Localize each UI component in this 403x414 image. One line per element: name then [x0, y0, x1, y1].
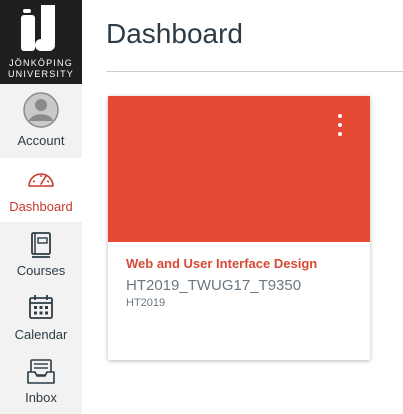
nav-label-courses: Courses	[16, 263, 66, 278]
nav-item-account[interactable]: Account	[0, 88, 82, 152]
course-card[interactable]: Web and User Interface Design HT2019_TWU…	[108, 96, 370, 360]
university-logo[interactable]: JÖNKÖPING UNIVERSITY	[0, 0, 82, 84]
nav-item-calendar[interactable]: Calendar	[0, 286, 82, 350]
avatar-icon	[23, 92, 59, 128]
header-divider	[106, 71, 403, 72]
page-title: Dashboard	[106, 18, 243, 49]
nav-label-calendar: Calendar	[14, 327, 68, 342]
dashboard-icon	[28, 173, 54, 187]
course-code: HT2019_TWUG17_T9350	[126, 277, 302, 294]
course-card-header[interactable]	[108, 96, 370, 242]
nav-label-dashboard: Dashboard	[9, 199, 73, 214]
logo-emblem-icon	[21, 5, 55, 51]
inbox-icon	[27, 359, 55, 384]
course-term: HT2019	[126, 297, 166, 309]
logo-text-line1: JÖNKÖPING	[9, 58, 73, 68]
calendar-icon	[29, 295, 53, 319]
more-options-icon[interactable]	[332, 112, 348, 140]
course-name-link[interactable]: Web and User Interface Design	[126, 256, 317, 271]
nav-label-account: Account	[17, 133, 65, 148]
nav-item-inbox[interactable]: Inbox	[0, 350, 82, 414]
logo-text-line2: UNIVERSITY	[7, 69, 74, 79]
nav-item-courses[interactable]: Courses	[0, 222, 82, 286]
nav-item-dashboard[interactable]: Dashboard	[0, 158, 82, 222]
global-navigation: JÖNKÖPING UNIVERSITY Account Dashboard C…	[0, 0, 82, 414]
nav-label-inbox: Inbox	[25, 390, 57, 405]
courses-icon	[31, 232, 51, 258]
